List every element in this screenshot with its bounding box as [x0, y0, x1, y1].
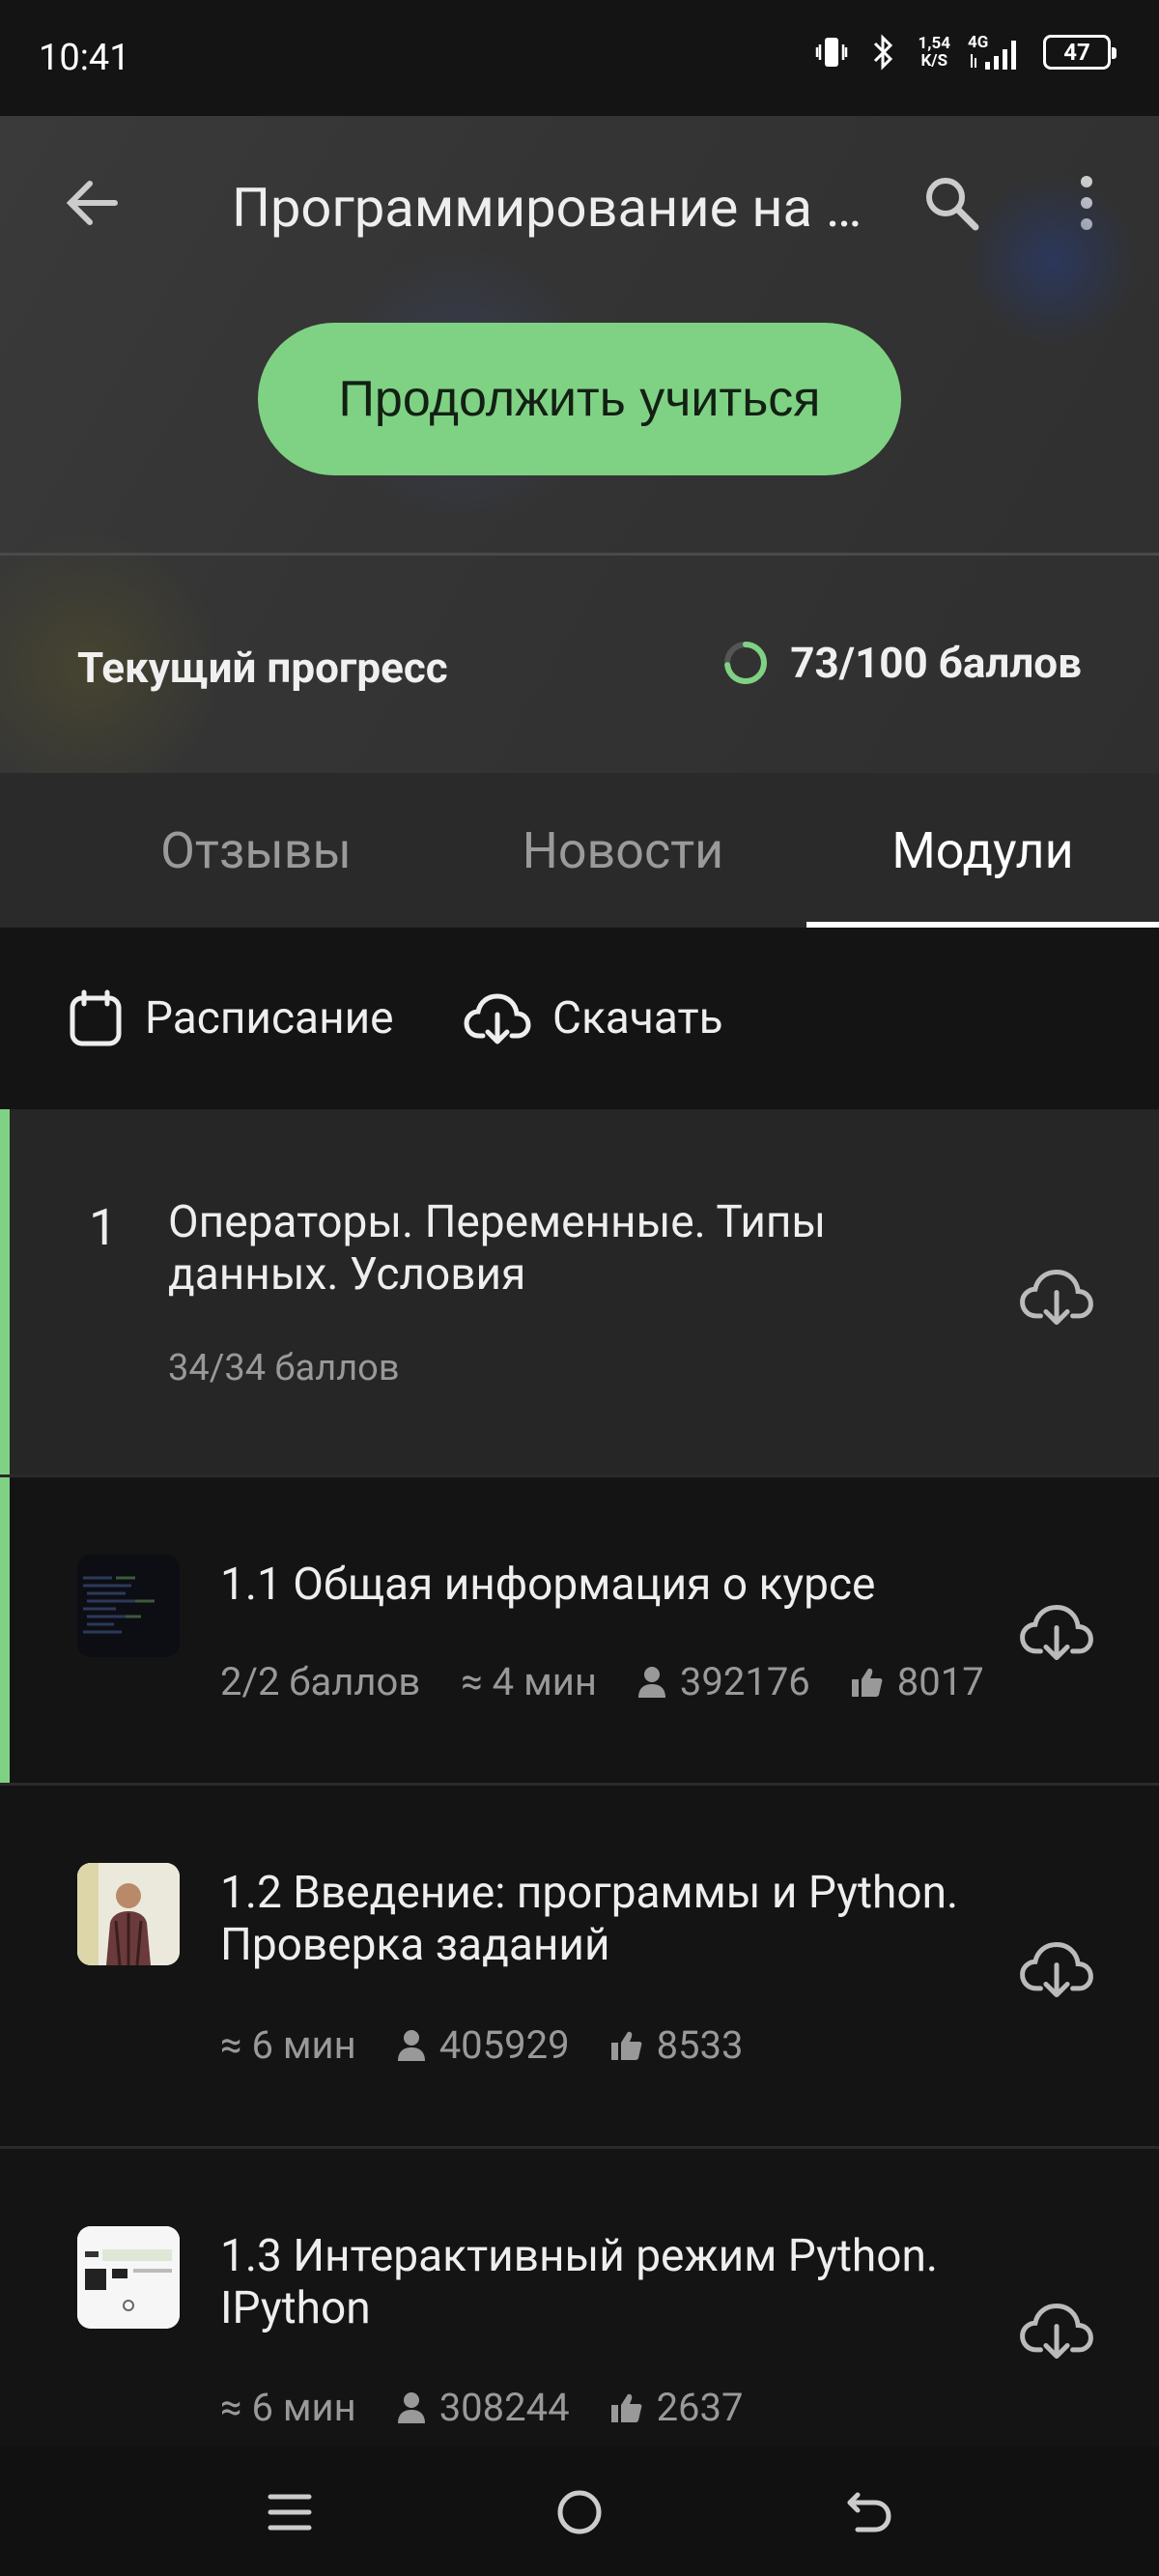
lesson-meta: ≈ 6 мин 405929 8533 — [220, 2022, 744, 2068]
progress-value: 73/100 баллов — [790, 638, 1082, 688]
lesson-duration: ≈ 6 мин — [220, 2385, 356, 2430]
lesson-learners: 308244 — [397, 2385, 570, 2430]
status-bar: 10:41 1,54 K/S 4G 47 — [0, 0, 1159, 116]
status-icons: 1,54 K/S 4G 47 — [814, 33, 1117, 72]
lesson-score: 2/2 баллов — [220, 1659, 421, 1704]
cloud-download-icon — [1020, 1270, 1093, 1326]
lesson-likes: 8533 — [610, 2022, 744, 2068]
tab-bar: Отзывы Новости Модули — [0, 773, 1159, 928]
continue-learning-button[interactable]: Продолжить учиться — [258, 323, 901, 475]
cloud-download-icon — [1020, 1942, 1093, 1998]
back-arrow-icon — [847, 2492, 891, 2533]
tab-modules[interactable]: Модули — [806, 773, 1159, 928]
progress-ring-icon — [724, 642, 768, 684]
tab-reviews[interactable]: Отзывы — [77, 773, 435, 928]
module-score: 34/34 баллов — [168, 1347, 400, 1389]
lesson-title: 1.1 Общая информация о курсе — [220, 1559, 876, 1611]
likes-count: 8017 — [896, 1659, 984, 1704]
learners-count: 392176 — [679, 1659, 810, 1704]
net-speed-value: 1,54 — [918, 34, 950, 53]
bluetooth-icon — [866, 33, 901, 72]
calendar-icon — [70, 989, 122, 1046]
net-speed-unit: K/S — [920, 51, 948, 71]
lesson-title: 1.2 Введение: программы и Python. Провер… — [220, 1867, 959, 1971]
search-button[interactable] — [913, 164, 990, 242]
lesson-thumbnail — [77, 1863, 180, 1965]
learners-count: 308244 — [438, 2385, 570, 2430]
lesson-learners: 392176 — [637, 1659, 810, 1704]
schedule-button[interactable]: Расписание — [68, 984, 394, 1053]
likes-count: 2637 — [656, 2385, 744, 2430]
search-icon — [926, 178, 979, 231]
vibrate-icon — [814, 33, 849, 72]
battery-icon: 47 — [1043, 35, 1117, 70]
back-nav-button[interactable] — [831, 2474, 908, 2551]
lesson-thumbnail — [77, 1555, 180, 1657]
lesson-item[interactable]: 1.2 Введение: программы и Python. Провер… — [0, 1786, 1159, 2146]
lesson-download-button[interactable] — [1010, 1593, 1103, 1671]
arrow-left-icon — [66, 181, 118, 225]
thumbs-up-icon — [851, 1668, 883, 1697]
module-item[interactable]: 1 Операторы. Переменные. Типы данных. Ус… — [0, 1109, 1159, 1474]
cloud-download-icon — [464, 993, 531, 1045]
learners-count: 405929 — [438, 2022, 570, 2068]
module-download-button[interactable] — [1010, 1258, 1103, 1335]
thumbs-up-icon — [610, 2031, 641, 2060]
actions-row: Расписание Скачать — [0, 928, 1159, 1109]
module-progress-bar — [0, 1109, 10, 1474]
likes-count: 8533 — [656, 2022, 744, 2068]
person-icon — [397, 2391, 425, 2423]
course-title: Программирование на Python — [232, 176, 869, 240]
divider — [0, 553, 1159, 556]
lesson-progress-bar — [0, 1477, 10, 1783]
cloud-download-icon — [1020, 2304, 1093, 2360]
menu-icon — [268, 2494, 312, 2531]
status-time: 10:41 — [39, 37, 130, 79]
lesson-duration: ≈ 6 мин — [220, 2022, 356, 2068]
lesson-download-button[interactable] — [1010, 1931, 1103, 2008]
lesson-meta: ≈ 6 мин 308244 2637 — [220, 2385, 744, 2430]
lesson-learners: 405929 — [397, 2022, 570, 2068]
course-header: Программирование на Python Продолжить уч… — [0, 116, 1159, 773]
lesson-likes: 8017 — [851, 1659, 984, 1704]
module-number: 1 — [89, 1198, 118, 1257]
signal-icon: 4G — [968, 33, 1026, 72]
thumbs-up-icon — [610, 2393, 641, 2422]
current-progress: 73/100 баллов — [721, 638, 1082, 688]
person-icon — [397, 2029, 425, 2061]
lesson-thumbnail — [77, 2226, 180, 2329]
lesson-download-button[interactable] — [1010, 2292, 1103, 2369]
net-speed: 1,54 K/S — [919, 35, 950, 70]
module-title: Операторы. Переменные. Типы данных. Усло… — [168, 1196, 827, 1301]
download-all-button[interactable]: Скачать — [464, 984, 723, 1053]
more-vertical-icon — [1081, 176, 1092, 230]
lesson-item[interactable]: 1.3 Интерактивный режим Python. IPython … — [0, 2149, 1159, 2447]
system-navigation-bar — [0, 2447, 1159, 2576]
person-icon — [637, 1666, 665, 1698]
current-progress-label: Текущий прогресс — [77, 643, 448, 693]
more-options-button[interactable] — [1053, 164, 1120, 242]
download-label: Скачать — [552, 992, 723, 1045]
tab-news[interactable]: Новости — [439, 773, 806, 928]
lesson-item[interactable]: 1.1 Общая информация о курсе 2/2 баллов … — [0, 1477, 1159, 1783]
back-button[interactable] — [53, 164, 130, 242]
lesson-title: 1.3 Интерактивный режим Python. IPython — [220, 2230, 939, 2334]
cloud-download-icon — [1020, 1605, 1093, 1661]
lesson-likes: 2637 — [610, 2385, 744, 2430]
home-circle-icon — [557, 2490, 602, 2534]
lesson-meta: 2/2 баллов ≈ 4 мин 392176 8017 — [220, 1659, 984, 1704]
recent-apps-button[interactable] — [251, 2474, 328, 2551]
schedule-label: Расписание — [145, 992, 394, 1045]
toolbar: Программирование на Python — [0, 116, 1159, 300]
lesson-duration: ≈ 4 мин — [461, 1659, 597, 1704]
home-button[interactable] — [541, 2474, 618, 2551]
